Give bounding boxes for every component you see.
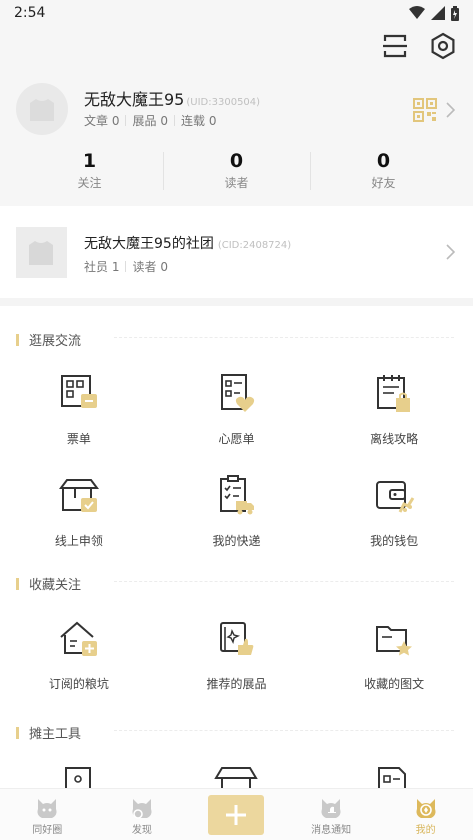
collected-post-icon (376, 626, 413, 656)
menu-document[interactable] (315, 764, 473, 788)
tab-notifications[interactable]: 消息通知 (284, 789, 379, 840)
club-name: 无敌大魔王95的社团 (84, 236, 214, 252)
ticket-list-icon (60, 375, 97, 408)
club-stats: 社员 1 读者 0 (84, 258, 168, 275)
menu-my-wallet[interactable]: 我的钱包 (315, 474, 473, 549)
section-title-collections: 收藏关注 (16, 574, 454, 593)
qr-code-button[interactable] (413, 98, 455, 122)
my-wallet-icon (376, 481, 415, 513)
club-readers: 读者 0 (132, 260, 168, 274)
tab-community[interactable]: 同好圈 (0, 789, 95, 840)
count-readers[interactable]: 0 读者 (163, 150, 310, 192)
stat-articles[interactable]: 文章 0 (84, 112, 119, 129)
menu-online-claim[interactable]: 线上申领 (0, 474, 158, 549)
settings-icon[interactable] (429, 32, 457, 60)
tab-discover[interactable]: 发现 (95, 789, 190, 840)
count-friends[interactable]: 0 好友 (310, 150, 457, 192)
profile-counts: 1 关注 0 读者 0 好友 (16, 150, 457, 192)
stat-exhibits[interactable]: 展品 0 (132, 112, 167, 129)
menu-booth[interactable] (0, 764, 158, 788)
menu-recommended-exhibit[interactable]: 推荐的展品 (158, 617, 316, 692)
battery-icon (451, 5, 459, 21)
booth-icon (64, 767, 91, 788)
bottom-tab-bar: 同好圈 发现 消息通知 我的 (0, 788, 473, 840)
online-claim-icon (58, 479, 99, 512)
tab-add[interactable] (189, 789, 284, 840)
count-following[interactable]: 1 关注 (16, 150, 163, 192)
subscribed-pit-icon (60, 621, 97, 656)
menu-collected-post[interactable]: 收藏的图文 (315, 617, 473, 692)
my-delivery-icon (220, 475, 255, 515)
club-avatar (16, 227, 67, 278)
add-button[interactable] (208, 795, 265, 835)
menu-panel: 逛展交流 票单 心愿单 离线攻略 线上申领 我的快递 我的钱包 收藏关注 订阅的… (0, 306, 473, 788)
section-title-exhibition: 逛展交流 (16, 330, 454, 349)
menu-my-delivery[interactable]: 我的快递 (158, 474, 316, 549)
avatar[interactable] (16, 83, 68, 135)
club-cid: (CID:2408724) (217, 240, 292, 251)
section-title-stall-tools: 摊主工具 (16, 723, 454, 742)
notification-icon (321, 799, 341, 818)
recommended-exhibit-icon (220, 622, 254, 655)
signal-icon (431, 6, 445, 20)
offline-guide-icon (377, 375, 411, 412)
stall-icon (214, 767, 259, 788)
menu-wishlist[interactable]: 心愿单 (158, 372, 316, 447)
profile-panel: 无敌大魔王95 (UID:3300504) 文章 0 展品 0 连载 0 1 关… (0, 28, 473, 206)
scan-icon[interactable] (381, 32, 409, 60)
user-stats: 文章 0 展品 0 连载 0 (84, 112, 216, 129)
tab-me[interactable]: 我的 (378, 789, 473, 840)
club-members: 社员 1 (84, 260, 120, 274)
plus-icon (226, 805, 247, 825)
username[interactable]: 无敌大魔王95 (84, 86, 184, 110)
menu-stall[interactable] (158, 764, 316, 788)
menu-ticket-list[interactable]: 票单 (0, 372, 158, 447)
user-uid: (UID:3300504) (186, 97, 261, 108)
document-icon (378, 767, 407, 788)
me-icon (416, 799, 436, 818)
stat-serials[interactable]: 连载 0 (181, 112, 216, 129)
wishlist-icon (221, 374, 255, 412)
chevron-right-icon (446, 244, 455, 260)
menu-subscribed-pit[interactable]: 订阅的粮坑 (0, 617, 158, 692)
club-card[interactable]: 无敌大魔王95的社团 (CID:2408724) 社员 1 读者 0 (0, 206, 473, 298)
status-bar: 2:54 (0, 0, 473, 28)
menu-offline-guide[interactable]: 离线攻略 (315, 372, 473, 447)
chevron-right-icon (446, 102, 455, 118)
wifi-icon (409, 6, 425, 19)
discover-icon (132, 799, 152, 819)
community-icon (37, 799, 57, 818)
status-time: 2:54 (14, 5, 46, 21)
qr-code-icon (413, 98, 437, 122)
